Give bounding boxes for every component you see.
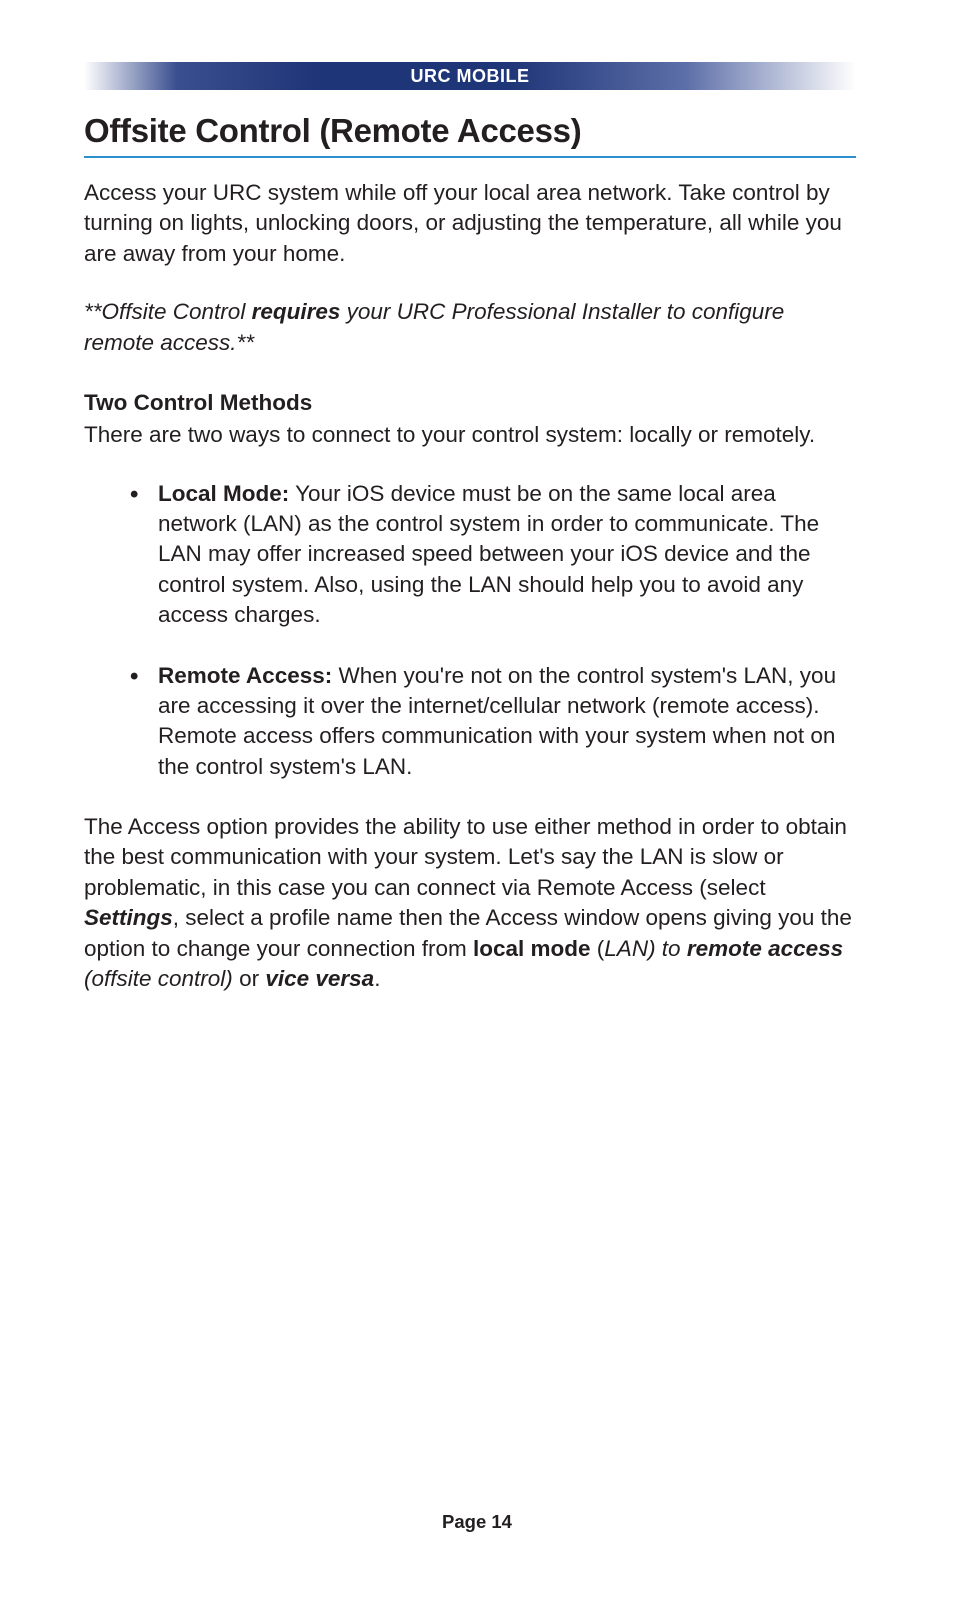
header-label-sc: OBILE [472, 66, 530, 86]
closing-local-mode: local mode [473, 936, 591, 961]
closing-p1: The Access option provides the ability t… [84, 814, 847, 900]
bullet-list: Local Mode: Your iOS device must be on t… [84, 479, 856, 782]
closing-p5: . [374, 966, 380, 991]
page-footer: Page 14 [0, 1511, 954, 1533]
closing-lan: LAN) to [604, 936, 687, 961]
intro-paragraph: Access your URC system while off your lo… [84, 178, 856, 269]
header-bar: URC MOBILE [84, 62, 856, 90]
list-item: Local Mode: Your iOS device must be on t… [130, 479, 856, 631]
bullet-label: Local Mode: [158, 481, 289, 506]
page: URC MOBILE Offsite Control (Remote Acces… [0, 0, 954, 1615]
list-item: Remote Access: When you're not on the co… [130, 661, 856, 783]
closing-remote-access: remote access [687, 936, 843, 961]
note-requires: requires [252, 299, 341, 324]
closing-settings: Settings [84, 905, 173, 930]
closing-vice-versa: vice versa [265, 966, 374, 991]
header-label-main: URC M [410, 66, 472, 86]
methods-intro: There are two ways to connect to your co… [84, 420, 856, 450]
closing-p3: ( [591, 936, 605, 961]
header-label: URC MOBILE [410, 66, 529, 87]
bullet-label: Remote Access: [158, 663, 332, 688]
subhead: Two Control Methods [84, 388, 856, 418]
note-pre: **Offsite Control [84, 299, 252, 324]
closing-paragraph: The Access option provides the ability t… [84, 812, 856, 994]
closing-offsite: (offsite control) [84, 966, 233, 991]
page-title: Offsite Control (Remote Access) [84, 112, 856, 158]
note-paragraph: **Offsite Control requires your URC Prof… [84, 297, 856, 358]
closing-p4: or [233, 966, 266, 991]
